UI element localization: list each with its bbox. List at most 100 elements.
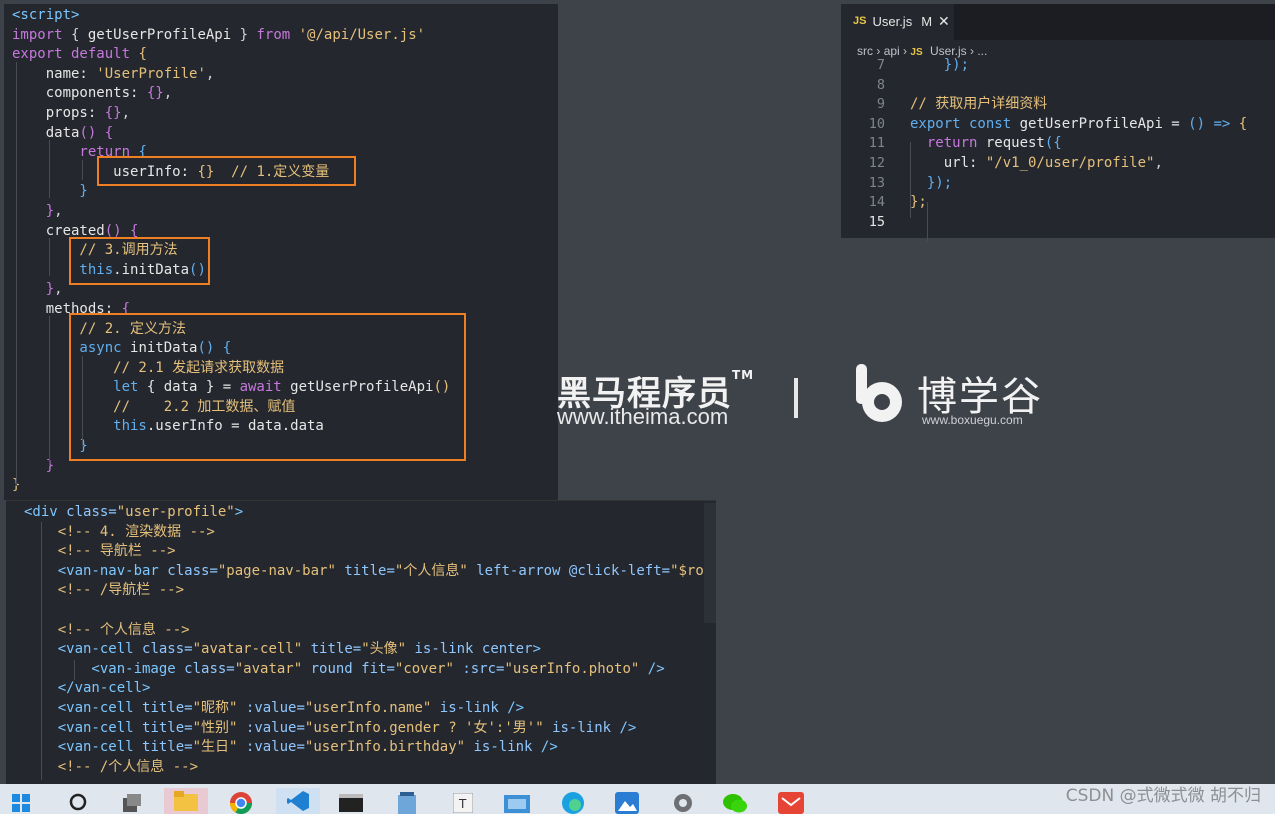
code-line[interactable]: }, xyxy=(12,202,558,222)
line-number: 8 xyxy=(876,76,885,93)
code-line[interactable]: <script> xyxy=(12,6,558,26)
code-token: url: xyxy=(910,155,986,171)
code-token: }); xyxy=(910,174,953,191)
code-line[interactable]: <van-cell title="生日" :value="userInfo.bi… xyxy=(24,738,716,758)
csdn-watermark: CSDN @式微式微 胡不归 xyxy=(1065,786,1261,806)
code-token: "userInfo.gender ? '女':'男'" xyxy=(304,719,553,736)
code-token: () => xyxy=(1188,115,1239,132)
code-token: }); xyxy=(910,57,970,73)
code-line[interactable]: export const getUserProfileApi = () => { xyxy=(910,115,1247,135)
code-token: <!-- 4. 渲染数据 --> xyxy=(24,523,215,540)
file-explorer-icon[interactable] xyxy=(164,788,208,814)
code-token: fit= xyxy=(361,660,395,677)
chrome-icon[interactable] xyxy=(228,792,254,814)
code-token: "userInfo.photo" xyxy=(504,660,648,677)
code-line[interactable]: }; xyxy=(910,193,927,213)
code-token: class= xyxy=(66,504,117,520)
indent-guide xyxy=(927,202,928,242)
code-token: import xyxy=(12,26,72,43)
code-token: , xyxy=(54,281,63,298)
editor-tab-bar: JS User.js M ✕ xyxy=(841,4,1275,40)
code-area[interactable]: 7 }); 8 9 // 获取用户详细资料 10 export const getUser… xyxy=(841,57,1275,242)
code-line[interactable]: url: "/v1_0/user/profile", xyxy=(910,154,1163,174)
code-line[interactable]: components: {}, xyxy=(12,84,558,104)
code-token: <!-- 个人信息 --> xyxy=(24,621,190,638)
modified-indicator: M xyxy=(921,14,933,30)
code-token: </van-cell> xyxy=(24,680,151,697)
code-token: , xyxy=(205,65,215,82)
settings-icon[interactable] xyxy=(670,792,696,814)
scrollbar[interactable] xyxy=(704,503,716,623)
edge-icon[interactable] xyxy=(560,792,586,814)
photos-icon[interactable] xyxy=(614,792,640,814)
windows-start-icon[interactable] xyxy=(8,792,34,814)
code-line[interactable]: <van-image class="avatar" round fit="cov… xyxy=(24,660,716,680)
code-token: props: xyxy=(12,104,105,121)
code-line[interactable]: } xyxy=(12,476,558,496)
mail-icon[interactable] xyxy=(504,792,530,814)
code-line[interactable]: data() { xyxy=(12,124,558,144)
js-file-icon: JS xyxy=(853,15,867,28)
code-token: title= xyxy=(142,719,193,736)
code-editor-template[interactable]: <div class="user-profile"> <!-- 4. 渲染数据 … xyxy=(6,500,716,784)
terminal-icon[interactable] xyxy=(338,792,364,814)
code-token: return xyxy=(910,135,986,152)
breadcrumb-api[interactable]: api xyxy=(884,44,900,58)
code-token: "生日" xyxy=(192,739,246,756)
line-number: 14 xyxy=(868,194,885,211)
code-token: {} xyxy=(104,104,122,121)
code-token: is-link xyxy=(552,719,620,736)
code-line[interactable]: <van-cell class="avatar-cell" title="头像"… xyxy=(24,640,716,660)
trademark-mark: TM xyxy=(732,368,755,382)
search-icon[interactable] xyxy=(66,792,92,814)
code-line[interactable]: <van-cell title="性别" :value="userInfo.ge… xyxy=(24,719,716,739)
line-number: 9 xyxy=(876,96,885,113)
code-line[interactable]: <!-- /个人信息 --> xyxy=(24,758,716,778)
text-editor-icon[interactable]: T xyxy=(450,792,476,814)
code-line[interactable]: <!-- 个人信息 --> xyxy=(24,621,716,641)
code-token: { xyxy=(71,26,88,43)
indent-guide xyxy=(910,142,911,218)
code-line[interactable]: }); xyxy=(910,56,969,76)
code-token: is-link center xyxy=(414,641,533,658)
code-line[interactable]: }); xyxy=(910,174,952,194)
notepad-icon[interactable] xyxy=(394,792,420,814)
code-line[interactable]: <!-- 4. 渲染数据 --> xyxy=(24,523,716,543)
code-line[interactable]: </van-cell> xyxy=(24,679,716,699)
code-token: "page-nav-bar" xyxy=(217,562,345,579)
code-line[interactable]: props: {}, xyxy=(12,104,558,124)
code-line[interactable] xyxy=(24,601,716,621)
code-line[interactable]: // 获取用户详细资料 xyxy=(910,95,1047,115)
code-token: request xyxy=(985,135,1045,152)
indent-guide xyxy=(41,522,42,780)
code-line[interactable]: <!-- /导航栏 --> xyxy=(24,581,716,601)
mail-app-icon[interactable] xyxy=(778,792,804,814)
tab-user-js[interactable]: JS User.js M ✕ xyxy=(841,4,954,40)
code-token: title= xyxy=(142,739,193,756)
code-token: "个人信息" xyxy=(394,562,477,579)
code-line[interactable]: return request({ xyxy=(910,134,1062,154)
code-line[interactable]: <van-nav-bar class="page-nav-bar" title=… xyxy=(24,562,716,582)
code-token: { xyxy=(138,46,147,63)
heima-url: www.itheima.com xyxy=(557,404,729,429)
breadcrumb-more[interactable]: ... xyxy=(977,44,987,58)
code-line[interactable]: export default { xyxy=(12,45,558,65)
line-number: 12 xyxy=(868,155,885,171)
code-token: /> xyxy=(647,660,665,677)
wechat-icon[interactable] xyxy=(722,792,748,814)
code-line[interactable]: <van-cell title="昵称" :value="userInfo.na… xyxy=(24,699,716,719)
close-icon[interactable]: ✕ xyxy=(938,12,950,32)
code-token: > xyxy=(532,641,541,658)
code-token: "userInfo.name" xyxy=(304,699,440,716)
task-view-icon[interactable] xyxy=(118,792,144,814)
code-token: components: xyxy=(12,85,147,102)
code-token: <div xyxy=(24,504,67,520)
code-token: name: xyxy=(12,65,97,82)
code-line[interactable]: <div class="user-profile"> xyxy=(24,503,716,523)
highlight-box-call-method xyxy=(69,237,210,285)
vscode-icon[interactable] xyxy=(276,788,320,814)
code-line[interactable]: <!-- 导航栏 --> xyxy=(24,542,716,562)
code-token: :src= xyxy=(462,660,505,677)
code-line[interactable]: name: 'UserProfile', xyxy=(12,65,558,85)
code-line[interactable]: import { getUserProfileApi } from '@/api… xyxy=(12,26,558,46)
